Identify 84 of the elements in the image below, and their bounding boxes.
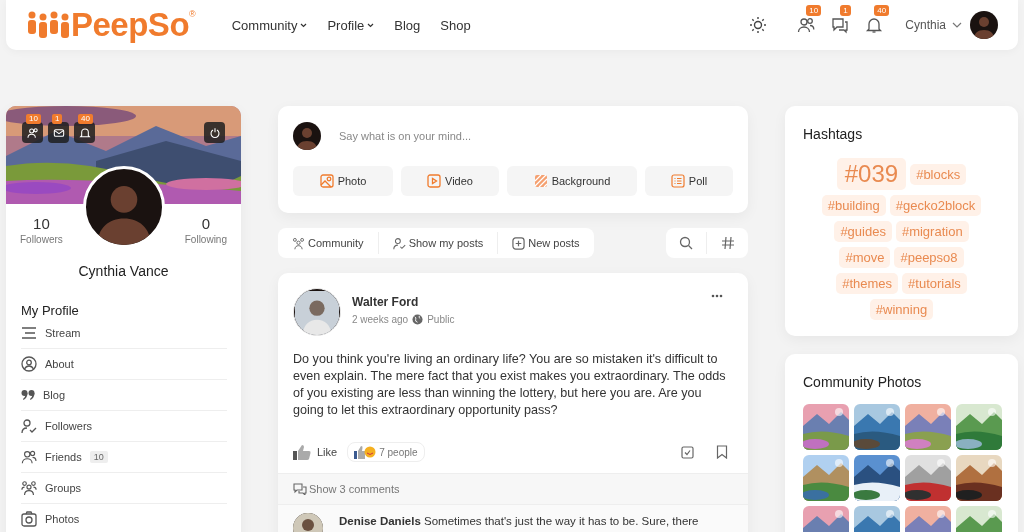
count-badge: 10	[26, 114, 41, 124]
comments-toggle[interactable]: Show 3 comments	[278, 473, 748, 505]
power-icon	[208, 126, 221, 139]
user-avatar	[293, 122, 321, 150]
thumbs-up-icon[interactable]	[293, 444, 311, 460]
nav-link[interactable]: Shop	[440, 17, 471, 33]
group-icon	[292, 236, 305, 250]
list-icon	[670, 174, 685, 188]
post-type-button[interactable]: Poll	[645, 166, 733, 196]
stat-label[interactable]: Following	[184, 234, 227, 245]
registered-mark: ®	[189, 9, 196, 19]
post-type-button[interactable]: Video	[401, 166, 499, 196]
stat-value: 0	[201, 215, 211, 232]
count-badge: 1	[840, 5, 851, 16]
post-time[interactable]: 2 weeks ago	[352, 314, 409, 325]
friends-icon	[21, 449, 37, 465]
feed-filter-tab[interactable]: Community	[278, 232, 379, 254]
cover-action-button[interactable]	[48, 122, 69, 143]
user-circle-icon	[21, 356, 37, 372]
post-type-button[interactable]: Background	[507, 166, 637, 196]
profile-menu-item[interactable]: Blog	[21, 380, 227, 411]
user-name[interactable]: Cynthia	[905, 18, 946, 32]
striped-square-icon	[533, 174, 548, 188]
bell-icon[interactable]	[865, 16, 884, 34]
user-check-icon	[21, 418, 37, 434]
comment-text: Denise Daniels Sometimes that's just the way it has to be. Sure, there	[339, 515, 699, 529]
plus-square-icon	[512, 236, 526, 250]
camera-icon	[21, 511, 37, 527]
checkbox-icon[interactable]	[681, 445, 694, 459]
power-button[interactable]	[204, 122, 225, 143]
user-check-icon	[392, 236, 406, 250]
count-badge: 40	[874, 5, 890, 16]
feed-filter-tab[interactable]: New posts	[498, 232, 594, 254]
chevron-down-icon[interactable]	[367, 22, 375, 28]
nav-link[interactable]: Profile	[327, 17, 375, 33]
post-input[interactable]: Say what is on your mind...	[337, 129, 733, 143]
lines-icon	[21, 325, 37, 341]
search-icon	[679, 236, 693, 250]
profile-menu-item[interactable]: Stream	[21, 318, 227, 349]
widget-title: Community Photos	[803, 374, 923, 390]
stat-label[interactable]: Followers	[20, 234, 63, 245]
cover-action-button[interactable]	[74, 122, 95, 143]
sun-icon[interactable]	[749, 16, 768, 34]
count-badge: 10	[806, 5, 822, 16]
hash-icon	[720, 236, 735, 250]
count-badge: 1	[52, 114, 63, 124]
profile-menu-item[interactable]: Followers	[21, 411, 227, 442]
feed-filter-tab[interactable]: Show my posts	[378, 232, 499, 254]
cover-action-button[interactable]	[22, 122, 43, 143]
author-avatar[interactable]	[293, 288, 341, 336]
profile-menu-item[interactable]: Groups	[21, 473, 227, 504]
group-icon	[21, 480, 37, 496]
widget-title: Hashtags	[803, 126, 864, 142]
nav-link[interactable]: Blog	[394, 17, 421, 33]
menu-title: My Profile	[21, 303, 80, 318]
post-type-button[interactable]: Photo	[293, 166, 393, 196]
image-icon	[319, 174, 334, 188]
friends-icon[interactable]	[797, 16, 816, 34]
count-badge: 40	[78, 114, 93, 124]
quote-icon	[21, 389, 35, 401]
play-icon	[427, 174, 442, 188]
profile-name: Cynthia Vance	[77, 263, 170, 279]
bookmark-icon[interactable]	[716, 445, 728, 459]
like-link[interactable]: Like	[317, 446, 338, 458]
chevron-down-icon[interactable]	[300, 22, 308, 28]
profile-menu-item[interactable]: Photos	[21, 504, 227, 532]
count-badge: 10	[89, 451, 108, 463]
chat-icon	[293, 483, 307, 495]
author-name[interactable]: Walter Ford	[352, 295, 455, 309]
friends-icon	[26, 126, 39, 139]
reaction-icon	[354, 445, 377, 459]
profile-menu-item[interactable]: About	[21, 349, 227, 380]
stat-value: 10	[33, 215, 50, 232]
nav-link[interactable]: Community	[231, 17, 308, 33]
privacy-label: Public	[427, 314, 455, 325]
reactions-summary[interactable]: 7 people	[347, 442, 425, 462]
profile-menu-item[interactable]: Friends 10	[21, 442, 227, 473]
globe-icon	[412, 314, 424, 325]
bell-icon	[78, 126, 91, 139]
envelope-icon	[52, 126, 65, 139]
chat-icon[interactable]	[831, 16, 850, 34]
user-avatar[interactable]	[970, 11, 998, 39]
more-options-icon[interactable]	[711, 294, 723, 298]
post-text: Do you think you're living an ordinary life? You are so mistaken it's difficult to even explain. The mere fact that you exist makes you extraordinary. The odds of you existing are less than winning the lottery, but here you are. Are you going to let this extraordinary opportunity pass?	[293, 351, 727, 419]
